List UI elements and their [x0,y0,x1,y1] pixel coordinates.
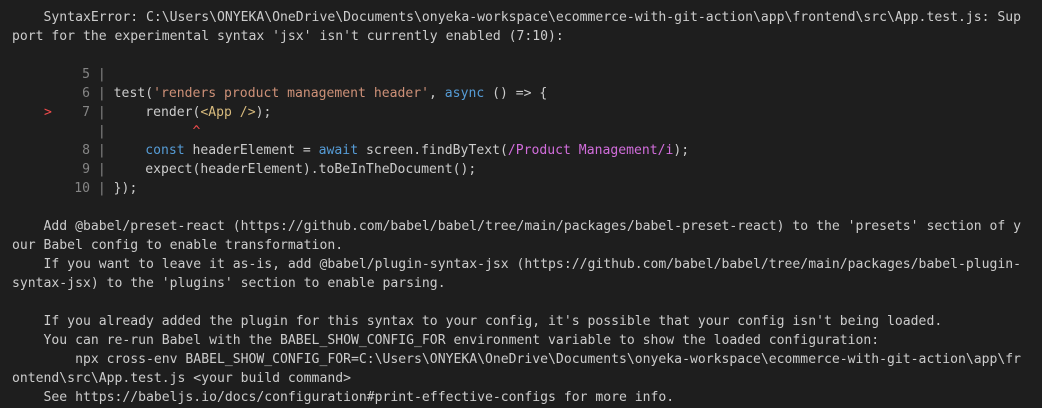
code-find-call: screen.findByText( [358,143,508,158]
gutter-bar: | [97,86,106,101]
code-closing-brace: }); [113,181,138,196]
code-close: ); [673,143,690,158]
code-close: ); [255,105,272,120]
gutter-bar: | [97,162,106,177]
code-assignment: headerElement = [184,143,319,158]
code-expect-call: expect(headerElement).toBeInTheDocument(… [113,162,477,177]
code-jsx-element: <App /> [200,105,256,120]
code-render-call: render( [113,105,201,120]
line-number: 7 [82,105,90,120]
code-frame-line-error: >7 | render(<App />); [0,103,1042,122]
line-number: 10 [74,181,90,196]
code-frame-line: 5 | [0,65,1042,84]
code-arrow: () => { [484,86,548,101]
help-text-line: our Babel config to enable transformatio… [12,238,344,253]
command-line: npx cross-env BABEL_SHOW_CONFIG_FOR=C:\U… [12,352,1022,367]
line-number: 8 [82,143,90,158]
gutter-bar: | [97,67,106,82]
line-number: 6 [82,86,90,101]
code-frame-line: 8 | const headerElement = await screen.f… [0,141,1042,160]
gutter-bar: | [97,181,106,196]
code-test-call: test( [113,86,154,101]
code-keyword-async: async [444,86,485,101]
code-regex: /Product Management/i [507,143,674,158]
code-string: 'renders product management header' [153,86,430,101]
help-text-line: syntax-jsx) to the 'plugins' section to … [12,276,446,291]
code-keyword-const: const [145,143,185,158]
error-message-line: SyntaxError: C:\Users\ONYEKA\OneDrive\Do… [12,10,1022,25]
error-message-line: port for the experimental syntax 'jsx' i… [12,29,564,44]
code-frame-line: 10 | }); [0,179,1042,198]
help-text-line: If you want to leave it as-is, add @babe… [12,257,1022,272]
caret-icon: ^ [192,124,201,139]
line-number: 5 [82,67,90,82]
help-link-line[interactable]: See https://babeljs.io/docs/configuratio… [0,388,1042,407]
code-keyword-await: await [318,143,359,158]
terminal-output[interactable]: SyntaxError: C:\Users\ONYEKA\OneDrive\Do… [0,0,1042,408]
error-marker-icon: > [44,105,52,120]
code-frame-line: 6 | test('renders product management hea… [0,84,1042,103]
gutter-bar: | [97,105,106,120]
help-text-line: Add @babel/preset-react (https://github.… [12,219,1022,234]
gutter-bar: | [97,143,106,158]
code-comma: , [429,86,445,101]
help-text-line: You can re-run Babel with the BABEL_SHOW… [12,333,880,348]
gutter-bar: | [97,124,106,139]
command-line: ontend\src\App.test.js <your build comma… [12,371,351,386]
line-number: 9 [82,162,90,177]
help-text-line: If you already added the plugin for this… [12,314,943,329]
code-frame-caret-line: | ^ [0,122,1042,141]
code-frame-line: 9 | expect(headerElement).toBeInTheDocum… [0,160,1042,179]
